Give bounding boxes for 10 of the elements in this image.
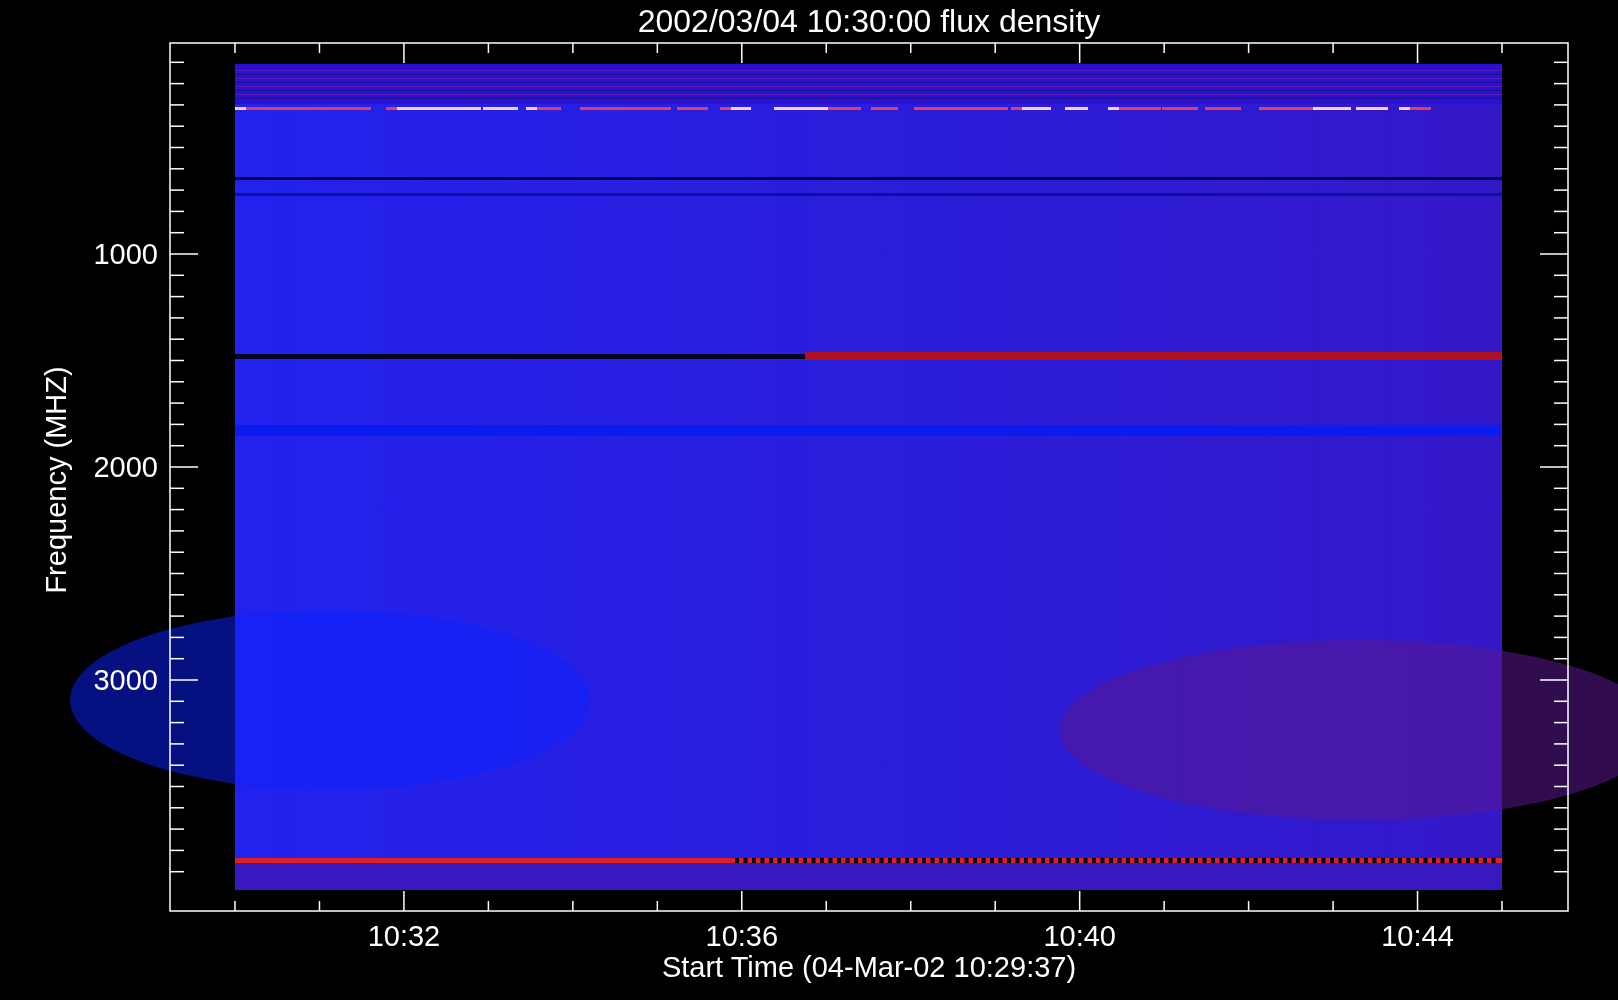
tick-label: 3000 [93,664,158,696]
tick-label: 10:36 [705,920,779,952]
tick-label: 10:40 [1043,920,1116,952]
tick-label: 10:44 [1381,920,1454,952]
axis-label: Start Time (04-Mar-02 10:29:37) [661,951,1077,983]
plot-title: 2002/03/04 10:30:00 flux density [637,3,1101,39]
tick-label: 10:32 [367,920,441,952]
tick-label: 1000 [93,238,158,270]
axis-label: Frequency (MHZ) [40,366,72,594]
tick-label: 2000 [93,451,158,483]
